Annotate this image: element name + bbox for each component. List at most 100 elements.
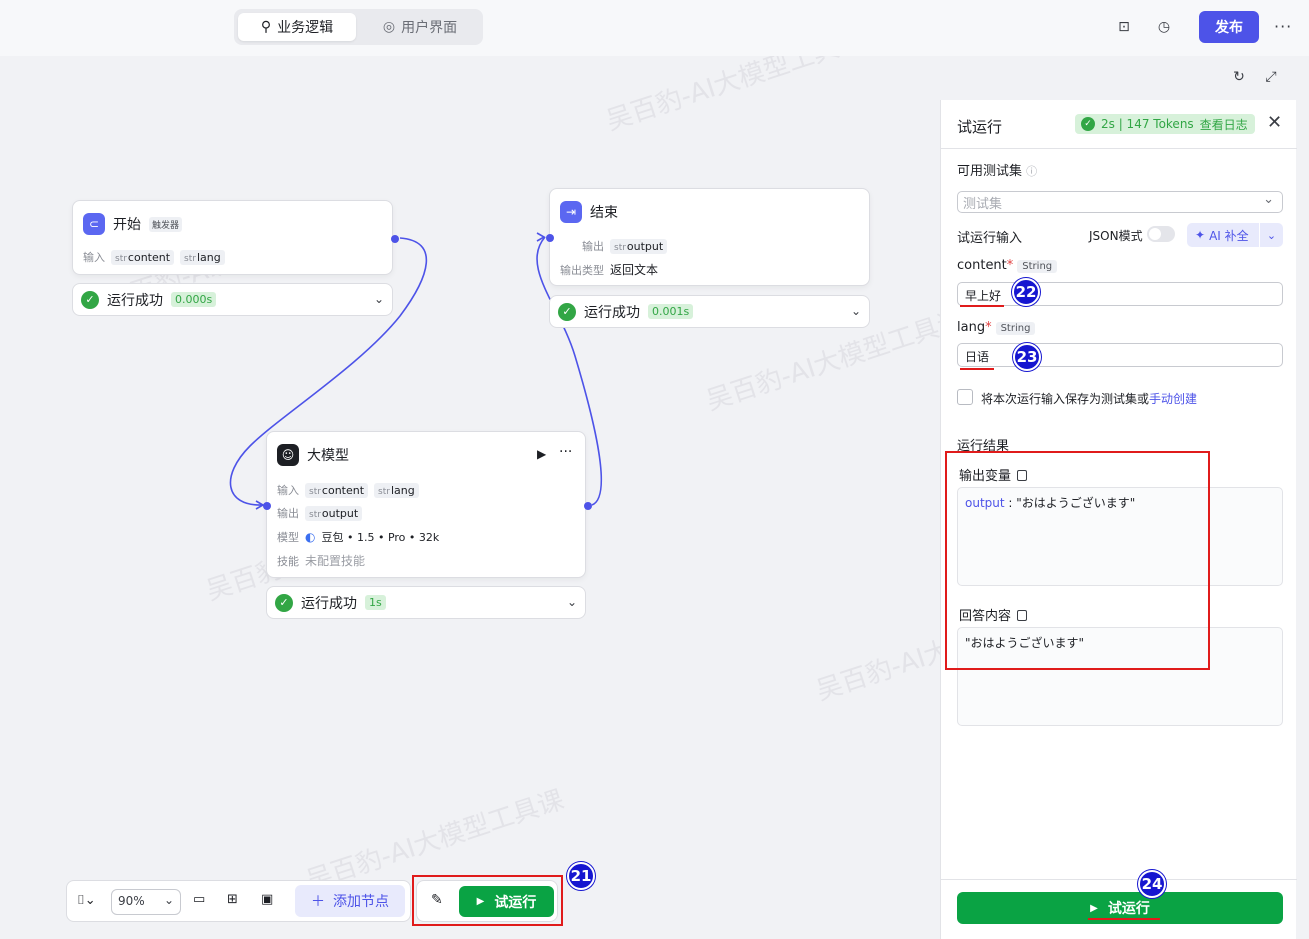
save-testset-text: 将本次运行输入保存为测试集或手动创建 [981, 392, 1198, 406]
status-text: 运行成功 [584, 304, 640, 321]
highlight-box [945, 451, 1210, 670]
field-label: content* String [957, 258, 1058, 273]
ai-fill-button[interactable]: ✦ AI 补全 ⌄ [1187, 223, 1283, 247]
highlight-box [412, 875, 563, 926]
llm-icon: ☺ [277, 444, 299, 466]
success-icon: ✓ [275, 593, 293, 612]
output-type-label: 输出类型 [560, 263, 604, 277]
skill-value: 未配置技能 [305, 554, 366, 568]
chevron-down-icon: ⌄ [163, 893, 174, 907]
param-pill: stroutput [305, 505, 363, 521]
output-label: 输出 [582, 240, 604, 253]
json-mode-label: JSON模式 [1089, 229, 1143, 243]
comment-icon[interactable]: ▭ [193, 892, 205, 907]
success-icon: ✓ [1081, 117, 1095, 131]
start-icon: ⊂ [83, 213, 105, 235]
tab-business-logic[interactable]: ⚲ 业务逻辑 [238, 13, 356, 41]
chevron-down-icon: ⌄ [1263, 192, 1274, 207]
sparkle-icon: ✦ [1195, 228, 1206, 242]
start-node[interactable]: ⊂ 开始 触发器 输入 strcontent strlang [72, 200, 399, 275]
model-label: 模型 [277, 531, 299, 544]
status-text: 运行成功 [107, 292, 163, 309]
layout-icon[interactable]: ⊞ [227, 892, 238, 907]
output-port[interactable] [584, 502, 592, 510]
underline [960, 368, 994, 370]
output-type-value: 返回文本 [610, 263, 659, 277]
underline [960, 305, 1004, 307]
step-marker: 23 [1013, 343, 1041, 371]
tab-user-interface[interactable]: ◎ 用户界面 [362, 13, 478, 41]
skill-label: 技能 [277, 554, 299, 568]
llm-node[interactable]: ☺ 大模型 ▶ ··· 输入 strcontent strlang 输出 str… [263, 431, 592, 578]
canvas-toolbar: ⌷⌄ 90% ⌄ ▭ ⊞ ▣ ＋ 添加节点 [66, 880, 411, 922]
trial-input-label: 试运行输入 [957, 231, 1023, 246]
flow-icon: ⚲ [260, 19, 272, 35]
fullscreen-icon[interactable]: ⤢ [1262, 68, 1280, 86]
view-log-link[interactable]: 查看日志 [1200, 116, 1248, 133]
content-input[interactable]: 早上好 [957, 282, 1283, 306]
success-icon: ✓ [81, 290, 99, 309]
input-label: 输入 [277, 484, 299, 497]
panel-title: 试运行 [957, 118, 1003, 136]
mouse-icon[interactable]: ⌷⌄ [77, 893, 96, 908]
node-title: 开始 [113, 217, 141, 233]
zoom-select[interactable]: 90% ⌄ [111, 889, 181, 915]
param-pill: strcontent [111, 249, 175, 265]
status-text: 运行成功 [301, 595, 357, 612]
step-marker: 21 [567, 862, 595, 890]
llm-status[interactable]: ✓ 运行成功 1s ⌄ [266, 586, 586, 619]
model-value: 豆包 • 1.5 • Pro • 32k [321, 531, 440, 544]
success-icon: ✓ [558, 302, 576, 321]
minimap-icon[interactable]: ▣ [261, 892, 273, 907]
end-icon: ⇥ [560, 201, 582, 223]
step-marker: 24 [1138, 870, 1166, 898]
end-status[interactable]: ✓ 运行成功 0.001s ⌄ [549, 295, 870, 328]
field-label: lang* String [957, 320, 1036, 335]
history-icon[interactable]: ◷ [1155, 18, 1173, 36]
testset-select[interactable]: 测试集 ⌄ [957, 191, 1283, 213]
plus-icon: ＋ [311, 894, 325, 910]
trigger-tag: 触发器 [149, 216, 183, 232]
close-icon[interactable]: ✕ [1267, 112, 1282, 133]
manual-create-link[interactable]: 手动创建 [1149, 392, 1197, 406]
input-label: 输入 [83, 251, 105, 264]
node-title: 大模型 [307, 448, 349, 464]
palette-icon: ◎ [382, 19, 396, 35]
start-status[interactable]: ✓ 运行成功 0.000s ⌄ [72, 283, 393, 316]
more-icon[interactable]: ··· [559, 444, 572, 460]
input-port[interactable] [263, 502, 271, 510]
param-pill: stroutput [610, 238, 668, 254]
tab-label: 用户界面 [401, 20, 458, 36]
underline [1088, 918, 1160, 920]
info-icon: ⓘ [1026, 165, 1038, 178]
publish-button[interactable]: 发布 [1199, 11, 1259, 43]
play-icon[interactable]: ▶ [537, 447, 546, 461]
doubao-icon: ◐ [305, 530, 316, 544]
refresh-icon[interactable]: ↻ [1230, 68, 1248, 86]
archive-icon[interactable]: ⊡ [1115, 18, 1133, 36]
duration-badge: 1s [365, 595, 386, 610]
testset-label: 可用测试集 ⓘ [957, 164, 1038, 179]
run-stats-badge: ✓ 2s | 147 Tokens 查看日志 [1075, 114, 1255, 134]
more-icon[interactable]: ··· [1274, 17, 1292, 36]
output-port[interactable] [391, 235, 399, 243]
add-node-button[interactable]: ＋ 添加节点 [295, 885, 405, 917]
end-node[interactable]: ⇥ 结束 输出 stroutput 输出类型 返回文本 [546, 188, 870, 286]
top-bar: ⚲ 业务逻辑 ◎ 用户界面 ⊡ ◷ 发布 ··· [0, 0, 1309, 56]
chevron-down-icon[interactable]: ⌄ [851, 304, 861, 318]
step-marker: 22 [1012, 278, 1040, 306]
lang-input[interactable]: 日语 [957, 343, 1283, 367]
save-testset-checkbox[interactable] [957, 389, 973, 405]
tab-label: 业务逻辑 [277, 20, 334, 36]
output-label: 输出 [277, 507, 299, 520]
json-mode-toggle[interactable] [1147, 226, 1175, 242]
input-port[interactable] [546, 234, 554, 242]
chevron-down-icon[interactable]: ⌄ [374, 292, 384, 306]
chevron-down-icon[interactable]: ⌄ [1259, 223, 1283, 247]
play-icon: ▶ [1090, 902, 1098, 914]
view-switcher: ⚲ 业务逻辑 ◎ 用户界面 [234, 9, 483, 45]
node-title: 结束 [590, 205, 618, 221]
param-pill: strlang [180, 249, 225, 265]
chevron-down-icon[interactable]: ⌄ [567, 595, 577, 609]
duration-badge: 0.001s [648, 304, 694, 319]
